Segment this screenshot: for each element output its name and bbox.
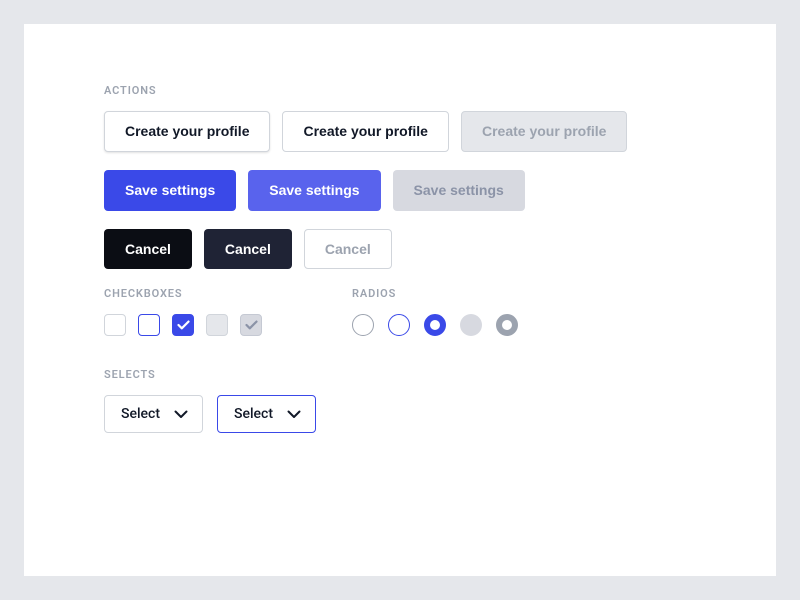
section-label-checkboxes: CHECKBOXES (104, 287, 262, 300)
checkbox-disabled-checked (240, 314, 262, 336)
checkboxes-group: CHECKBOXES (104, 287, 262, 336)
checkbox-unchecked[interactable] (104, 314, 126, 336)
chevron-down-icon (174, 410, 188, 419)
radio-checked[interactable] (424, 314, 446, 336)
section-label-actions: ACTIONS (104, 84, 696, 97)
button-row-outline: Create your profile Create your profile … (104, 111, 696, 152)
radio-unchecked[interactable] (352, 314, 374, 336)
select-value: Select (121, 406, 160, 422)
button-row-dark: Cancel Cancel Cancel (104, 229, 696, 270)
checkbox-checked[interactable] (172, 314, 194, 336)
create-profile-button[interactable]: Create your profile (104, 111, 270, 152)
radios-group: RADIOS (352, 287, 518, 336)
button-row-primary: Save settings Save settings Save setting… (104, 170, 696, 211)
checkbox-disabled (206, 314, 228, 336)
cancel-button[interactable]: Cancel (104, 229, 192, 270)
component-showcase-card: ACTIONS Create your profile Create your … (24, 24, 776, 576)
cancel-button-disabled: Cancel (304, 229, 392, 270)
radio-focus[interactable] (388, 314, 410, 336)
save-settings-button[interactable]: Save settings (104, 170, 236, 211)
save-settings-button-hover[interactable]: Save settings (248, 170, 380, 211)
section-label-radios: RADIOS (352, 287, 518, 300)
create-profile-button-disabled: Create your profile (461, 111, 627, 152)
check-icon (245, 320, 258, 330)
select-default[interactable]: Select (104, 395, 203, 433)
save-settings-button-disabled: Save settings (393, 170, 525, 211)
section-label-selects: SELECTS (104, 368, 316, 381)
create-profile-button-hover[interactable]: Create your profile (282, 111, 448, 152)
radio-disabled-checked (496, 314, 518, 336)
chevron-down-icon (287, 410, 301, 419)
select-value: Select (234, 406, 273, 422)
cancel-button-hover[interactable]: Cancel (204, 229, 292, 270)
checkbox-focus[interactable] (138, 314, 160, 336)
check-icon (177, 320, 190, 330)
radio-disabled (460, 314, 482, 336)
select-focus[interactable]: Select (217, 395, 316, 433)
